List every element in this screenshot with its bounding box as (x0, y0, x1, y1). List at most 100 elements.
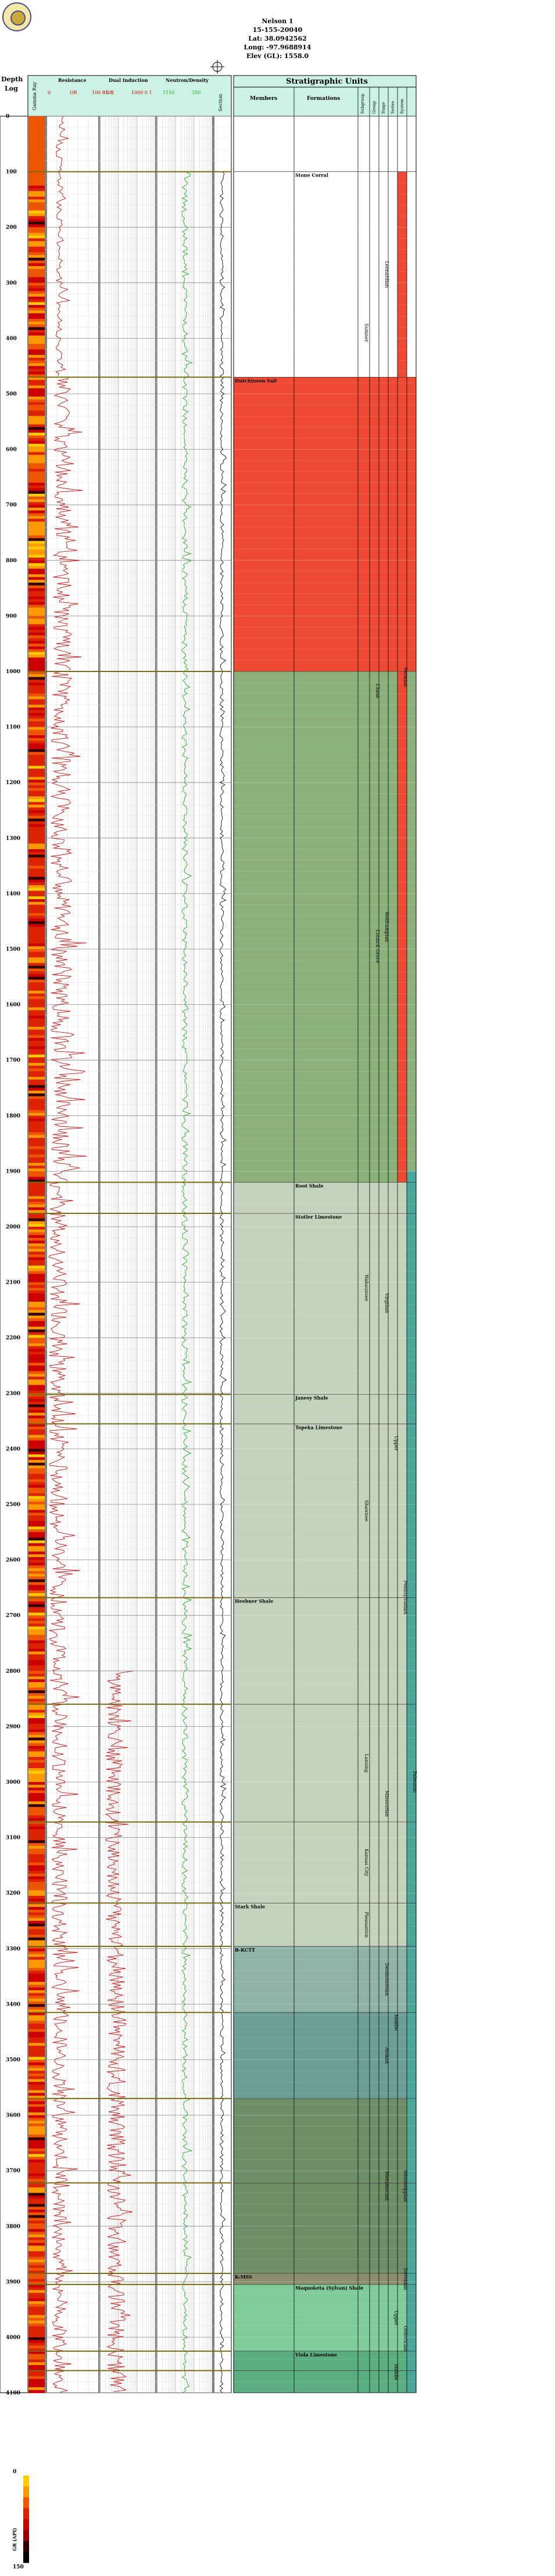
gamma-color-cell (28, 757, 45, 761)
gamma-color-cell (28, 1082, 45, 1086)
strat-title: Stratigraphic Units (286, 77, 368, 86)
gamma-color-cell (28, 2048, 45, 2052)
gamma-color-cell (28, 857, 45, 861)
gamma-color-cell (28, 1088, 45, 1091)
gamma-color-cell (28, 1227, 45, 1230)
gamma-color-cell (28, 2123, 45, 2127)
gamma-color-cell (28, 1332, 45, 1335)
gamma-color-cell (28, 741, 45, 744)
strat-system-label: Pennsylvanian (403, 1580, 408, 1614)
gamma-color-cell (28, 835, 45, 839)
gamma-color-cell (28, 2234, 45, 2238)
gamma-color-cell (28, 471, 45, 475)
gamma-color-cell (28, 1157, 45, 1161)
gamma-color-cell (28, 1823, 45, 1827)
gamma-color-cell (28, 238, 45, 242)
gamma-color-cell (28, 2265, 45, 2268)
gamma-color-cell (28, 666, 45, 669)
depth-tick-label: 1800 (6, 1113, 20, 1119)
gamma-color-cell (28, 268, 45, 272)
gamma-color-cell (28, 1352, 45, 1355)
gamma-color-cell (28, 1848, 45, 1852)
resistance-curve (48, 1182, 81, 1704)
gamma-color-cell (28, 2279, 45, 2282)
gamma-color-cell (28, 987, 45, 991)
gamma-color-cell (28, 1690, 45, 1694)
depth-tick-label: 2100 (6, 1280, 20, 1286)
gamma-color-cell (28, 1432, 45, 1435)
gamma-color-cell (28, 619, 45, 622)
gamma-color-cell (28, 1490, 45, 1494)
gamma-color-cell (28, 1413, 45, 1416)
gamma-color-cell (28, 591, 45, 594)
gamma-color-cell (28, 1004, 45, 1008)
gamma-color-cell (28, 2026, 45, 2029)
gamma-color-cell (28, 1979, 45, 1982)
gamma-color-cell (28, 633, 45, 636)
gamma-color-cell (28, 1171, 45, 1174)
gamma-color-cell (28, 976, 45, 980)
gamma-color-cell (28, 235, 45, 239)
gamma-color-cell (28, 285, 45, 289)
gamma-color-cell (28, 2293, 45, 2296)
gamma-color-cell (28, 1146, 45, 1149)
gamma-color-cell (28, 2315, 45, 2319)
gamma-color-cell (28, 1859, 45, 1863)
gamma-color-cell (28, 2257, 45, 2260)
gamma-color-cell (28, 1751, 45, 1755)
gamma-color-cell (28, 388, 45, 391)
gamma-color-cell (28, 2090, 45, 2093)
resistance-curve (52, 377, 83, 671)
gamma-color-cell (28, 793, 45, 797)
depth-tick-label: 2700 (6, 1613, 20, 1619)
gamma-color-cell (28, 1240, 45, 1244)
gamma-color-cell (28, 1962, 45, 1966)
gamma-color-cell (28, 946, 45, 950)
gamma-color-cell (28, 1571, 45, 1574)
gamma-color-cell (28, 1698, 45, 1702)
gamma-color-cell (28, 116, 45, 120)
gamma-color-cell (28, 341, 45, 344)
gamma-color-cell (28, 1712, 45, 1716)
gamma-color-cell (28, 1893, 45, 1896)
gamma-color-cell (28, 510, 45, 514)
gamma-color-cell (28, 246, 45, 250)
gamma-color-cell (28, 316, 45, 319)
gamma-color-cell (28, 960, 45, 964)
formation-name-label: K-MSS (235, 2274, 252, 2280)
gamma-color-cell (28, 1693, 45, 1697)
gamma-color-cell (28, 1149, 45, 1152)
gamma-color-cell (28, 355, 45, 358)
gamma-color-cell (28, 821, 45, 825)
gamma-color-cell (28, 2073, 45, 2077)
gamma-color-cell (28, 1190, 45, 1194)
gamma-color-cell (28, 1057, 45, 1061)
gamma-color-cell (28, 718, 45, 722)
gamma-color-cell (28, 2343, 45, 2346)
gamma-color-cell (28, 843, 45, 847)
gamma-color-cell (28, 571, 45, 575)
gamma-color-cell (28, 469, 45, 472)
gamma-color-cell (28, 2065, 45, 2068)
depth-tick-label: 1700 (6, 1058, 20, 1064)
formation-name-label: Stone Corral (295, 173, 328, 178)
gamma-color-cell (28, 1973, 45, 1977)
induction-header: Dual Induction (109, 77, 148, 83)
gamma-color-cell (28, 1840, 45, 1844)
gamma-color-cell (28, 1357, 45, 1360)
gamma-color-cell (28, 2023, 45, 2027)
gamma-color-cell (28, 1510, 45, 1513)
gamma-color-cell (28, 1745, 45, 1749)
gamma-color-cell (28, 2079, 45, 2082)
gamma-color-cell (28, 1335, 45, 1338)
gamma-color-cell (28, 432, 45, 436)
gamma-color-cell (28, 1723, 45, 1727)
gamma-color-cell (28, 840, 45, 844)
gamma-color-cell (28, 2204, 45, 2207)
gamma-color-cell (28, 2173, 45, 2177)
gamma-color-cell (28, 1887, 45, 1891)
gamma-color-cell (28, 132, 45, 136)
gamma-color-cell (28, 577, 45, 580)
gamma-color-cell (28, 685, 45, 689)
gamma-color-cell (28, 157, 45, 161)
